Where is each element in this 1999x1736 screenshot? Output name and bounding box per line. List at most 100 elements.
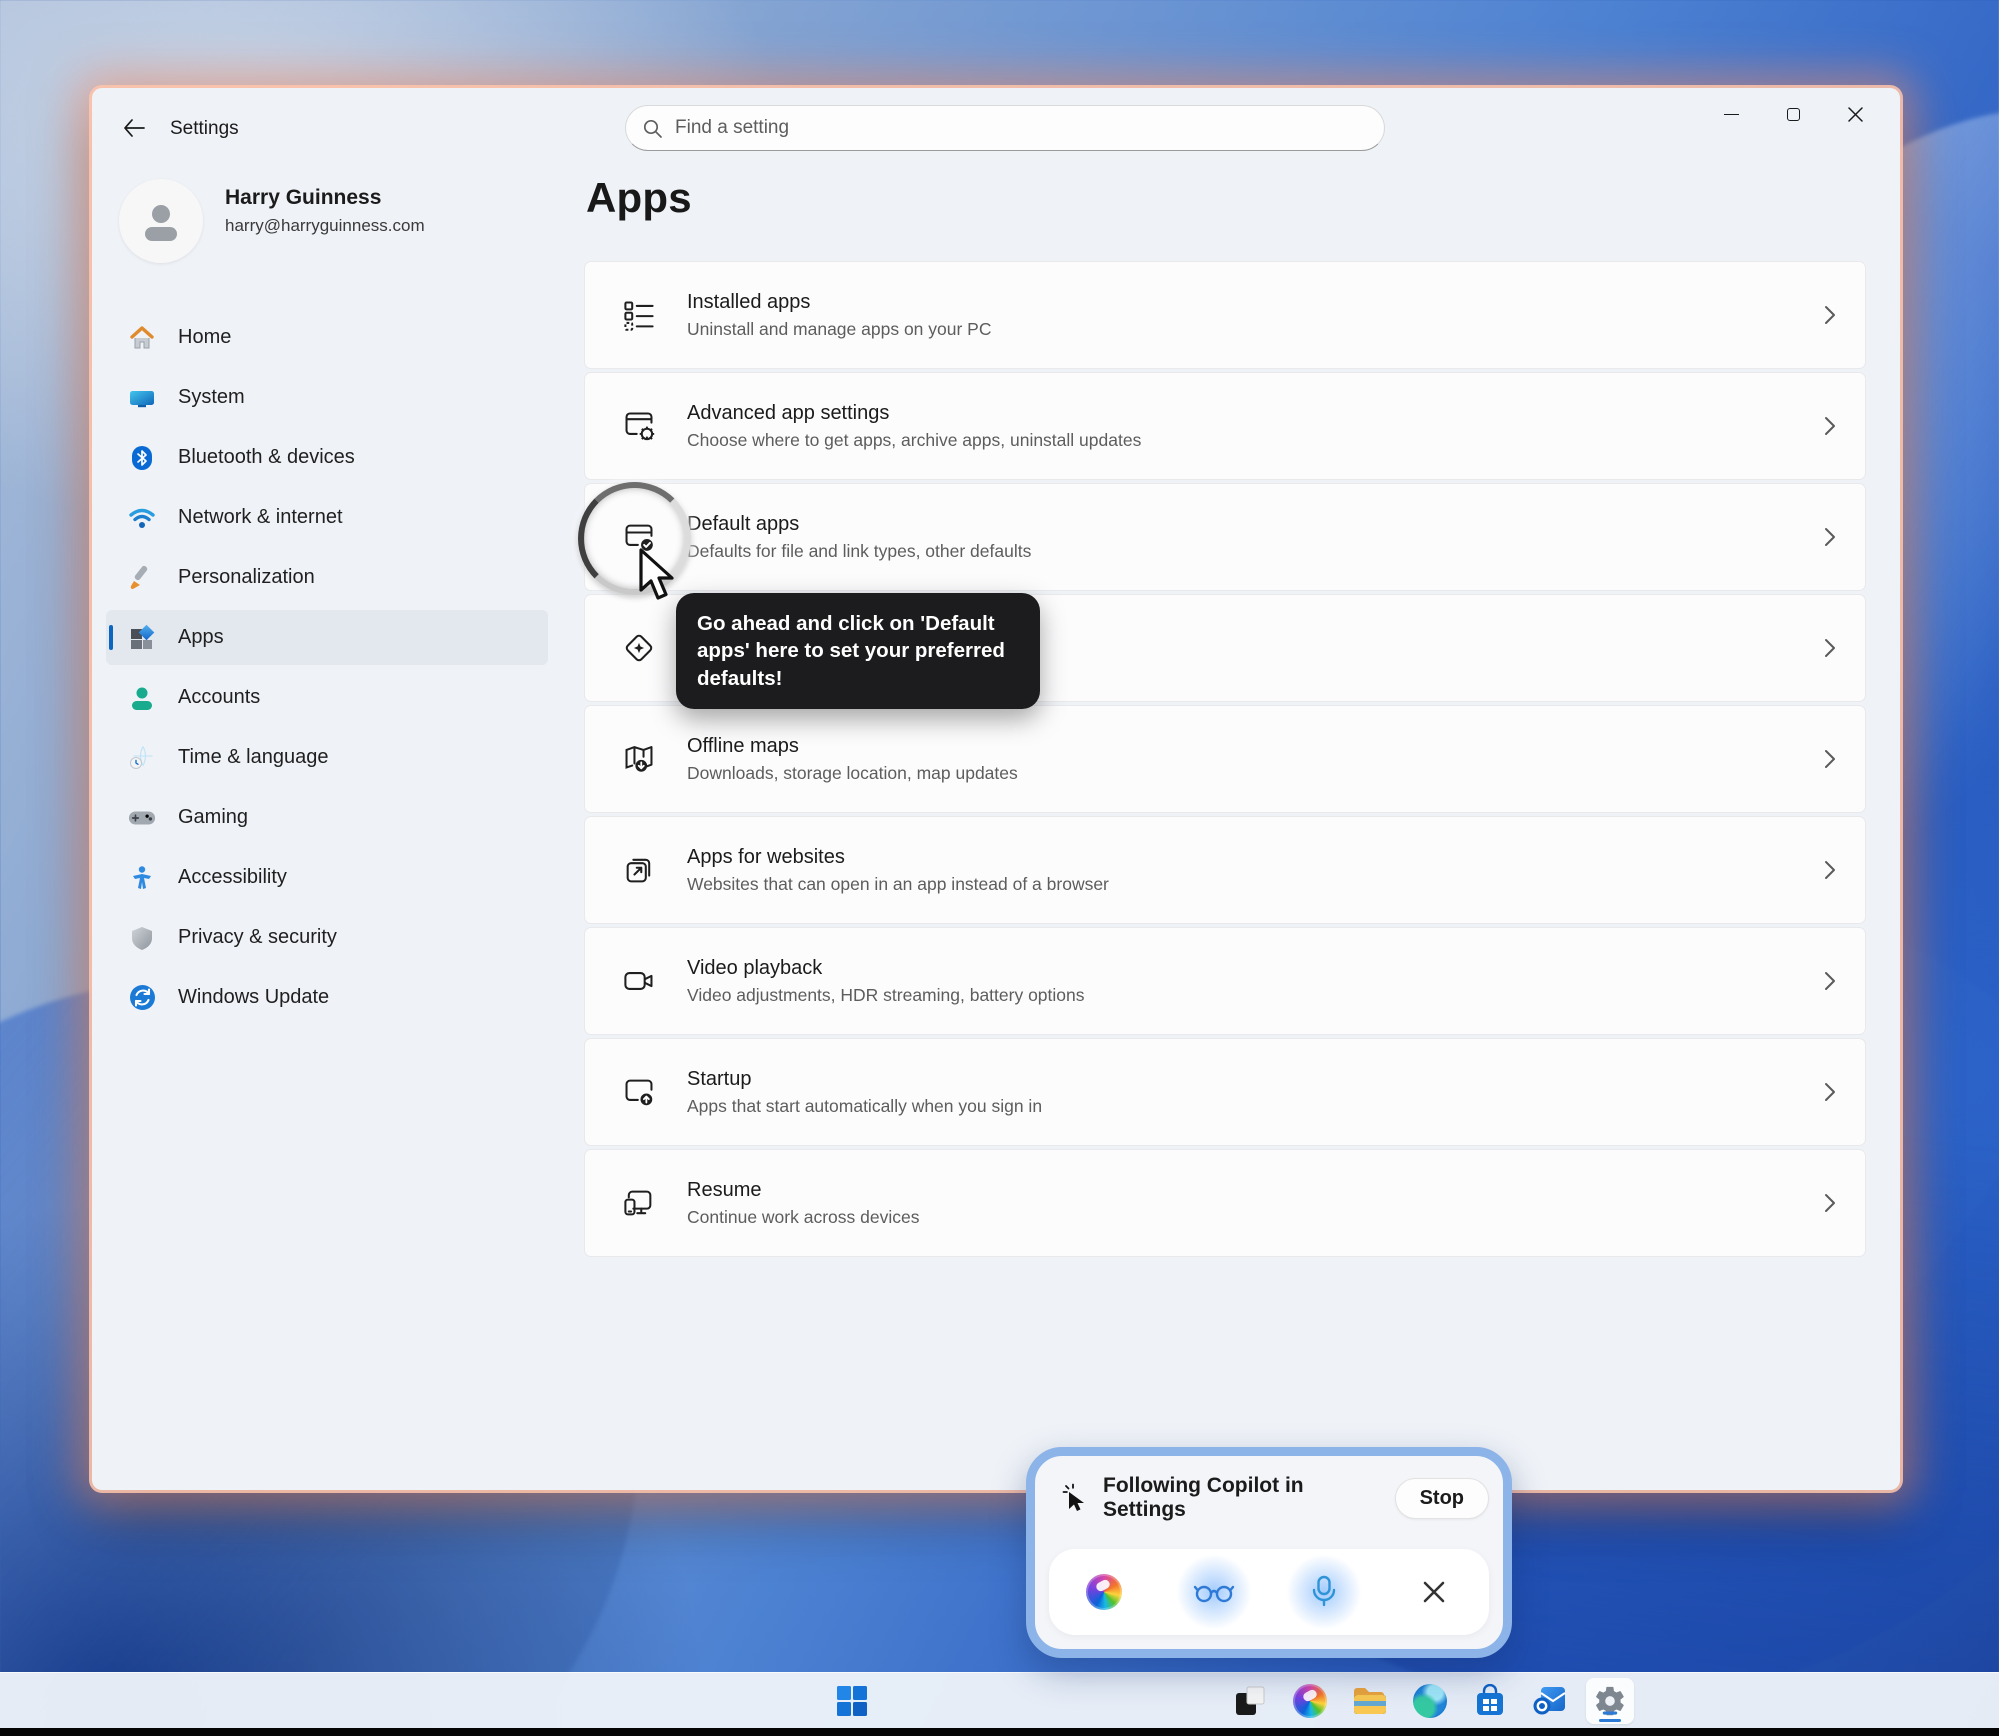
- row-title: Startup: [687, 1068, 1042, 1091]
- glasses-icon[interactable]: [1188, 1566, 1240, 1618]
- sidebar-item-label: Network & internet: [178, 506, 343, 529]
- copilot-follow-bar: Following Copilot in Settings Stop: [1026, 1447, 1512, 1658]
- close-icon[interactable]: [1408, 1566, 1460, 1618]
- sidebar-item-privacy-security[interactable]: Privacy & security: [106, 910, 548, 965]
- store-bag-icon: [1474, 1684, 1506, 1718]
- sidebar-item-home[interactable]: Home: [106, 310, 548, 365]
- find-setting-searchbox[interactable]: [625, 105, 1385, 151]
- network-wifi-icon: [128, 504, 156, 532]
- copilot-toolbar: [1049, 1549, 1489, 1635]
- coach-tooltip: Go ahead and click on 'Default apps' her…: [676, 593, 1040, 709]
- screen-edge: [0, 1728, 1999, 1736]
- time-language-globe-icon: [128, 744, 156, 772]
- row-video-playback[interactable]: Video playbackVideo adjustments, HDR str…: [584, 927, 1866, 1035]
- taskbar-app-file-explorer[interactable]: [1346, 1678, 1394, 1724]
- gaming-gamepad-icon: [128, 804, 156, 832]
- page-title: Apps: [586, 174, 692, 222]
- squares-app-icon: [1233, 1684, 1267, 1718]
- copilot-status-text: Following Copilot in Settings: [1103, 1474, 1381, 1522]
- sidebar-item-label: Accounts: [178, 686, 260, 709]
- row-startup[interactable]: StartupApps that start automatically whe…: [584, 1038, 1866, 1146]
- system-icon: [128, 384, 156, 412]
- row-title: Default apps: [687, 513, 1031, 536]
- windows-logo-icon: [835, 1684, 869, 1718]
- sidebar-item-label: System: [178, 386, 245, 409]
- minimize-button[interactable]: [1700, 92, 1762, 136]
- taskbar-app-settings[interactable]: [1586, 1678, 1634, 1724]
- privacy-shield-icon: [128, 924, 156, 952]
- chevron-right-icon: [1823, 1080, 1837, 1104]
- profile-name: Harry Guinness: [225, 186, 381, 210]
- sidebar-item-apps[interactable]: Apps: [106, 610, 548, 665]
- installed-apps-icon: [619, 295, 659, 335]
- ai-components-icon: [619, 628, 659, 668]
- edge-logo-icon: [1413, 1684, 1447, 1718]
- folder-icon: [1352, 1686, 1388, 1716]
- taskbar-app-snip[interactable]: [1226, 1678, 1274, 1724]
- apps-for-websites-icon: [619, 850, 659, 890]
- sparkle-cursor-icon: [1061, 1483, 1089, 1513]
- start-button[interactable]: [828, 1678, 876, 1724]
- sidebar-nav: Home System Bluetooth & devices Network …: [106, 310, 548, 1025]
- back-button[interactable]: [114, 108, 154, 148]
- apps-icon: [128, 624, 156, 652]
- sidebar-item-label: Bluetooth & devices: [178, 446, 355, 469]
- sidebar-item-label: Accessibility: [178, 866, 287, 889]
- row-advanced-app-settings[interactable]: Advanced app settingsChoose where to get…: [584, 372, 1866, 480]
- stop-button[interactable]: Stop: [1395, 1478, 1489, 1519]
- chevron-right-icon: [1823, 525, 1837, 549]
- row-installed-apps[interactable]: Installed apps Uninstall and manage apps …: [584, 261, 1866, 369]
- profile-email: harry@harryguinness.com: [225, 216, 425, 236]
- sidebar-item-system[interactable]: System: [106, 370, 548, 425]
- accessibility-person-icon: [128, 864, 156, 892]
- search-input[interactable]: [675, 117, 1368, 139]
- maximize-button[interactable]: [1762, 92, 1824, 136]
- close-button[interactable]: [1824, 92, 1886, 136]
- sidebar-item-personalization[interactable]: Personalization: [106, 550, 548, 605]
- accounts-person-icon: [128, 684, 156, 712]
- row-offline-maps[interactable]: Offline mapsDownloads, storage location,…: [584, 705, 1866, 813]
- row-title: Advanced app settings: [687, 402, 1141, 425]
- taskbar-app-edge[interactable]: [1406, 1678, 1454, 1724]
- row-apps-for-websites[interactable]: Apps for websitesWebsites that can open …: [584, 816, 1866, 924]
- row-title: Resume: [687, 1179, 919, 1202]
- bluetooth-icon: [128, 444, 156, 472]
- video-playback-icon: [619, 961, 659, 1001]
- row-subtitle: Websites that can open in an app instead…: [687, 874, 1109, 895]
- chevron-right-icon: [1823, 747, 1837, 771]
- copilot-logo-icon[interactable]: [1078, 1566, 1130, 1618]
- sidebar-item-network[interactable]: Network & internet: [106, 490, 548, 545]
- taskbar-app-store[interactable]: [1466, 1678, 1514, 1724]
- sidebar-item-label: Windows Update: [178, 986, 329, 1009]
- sidebar-item-accounts[interactable]: Accounts: [106, 670, 548, 725]
- avatar[interactable]: [119, 179, 203, 263]
- sidebar-item-gaming[interactable]: Gaming: [106, 790, 548, 845]
- row-subtitle: Continue work across devices: [687, 1207, 919, 1228]
- row-title: Video playback: [687, 957, 1085, 980]
- person-icon: [138, 198, 184, 244]
- back-arrow-icon: [123, 119, 145, 137]
- settings-list: Installed apps Uninstall and manage apps …: [584, 261, 1866, 1257]
- advanced-app-settings-icon: [619, 406, 659, 446]
- sidebar-item-label: Apps: [178, 626, 224, 649]
- taskbar: Search: [0, 1672, 1999, 1728]
- row-subtitle: Uninstall and manage apps on your PC: [687, 319, 992, 340]
- microphone-icon[interactable]: [1298, 1566, 1350, 1618]
- sidebar-item-bluetooth[interactable]: Bluetooth & devices: [106, 430, 548, 485]
- window-title: Settings: [170, 118, 239, 140]
- taskbar-app-outlook[interactable]: [1526, 1678, 1574, 1724]
- personalization-brush-icon: [128, 564, 156, 592]
- sidebar-item-time-language[interactable]: Time & language: [106, 730, 548, 785]
- windows-update-icon: [128, 984, 156, 1012]
- row-default-apps[interactable]: Default appsDefaults for file and link t…: [584, 483, 1866, 591]
- row-resume[interactable]: Resume Continue work across devices: [584, 1149, 1866, 1257]
- sidebar-item-label: Home: [178, 326, 231, 349]
- chevron-right-icon: [1823, 969, 1837, 993]
- row-title: Installed apps: [687, 291, 992, 314]
- sidebar-item-windows-update[interactable]: Windows Update: [106, 970, 548, 1025]
- copilot-logo-icon: [1293, 1684, 1327, 1718]
- home-icon: [128, 324, 156, 352]
- sidebar-item-accessibility[interactable]: Accessibility: [106, 850, 548, 905]
- taskbar-app-copilot[interactable]: [1286, 1678, 1334, 1724]
- row-title: Offline maps: [687, 735, 1018, 758]
